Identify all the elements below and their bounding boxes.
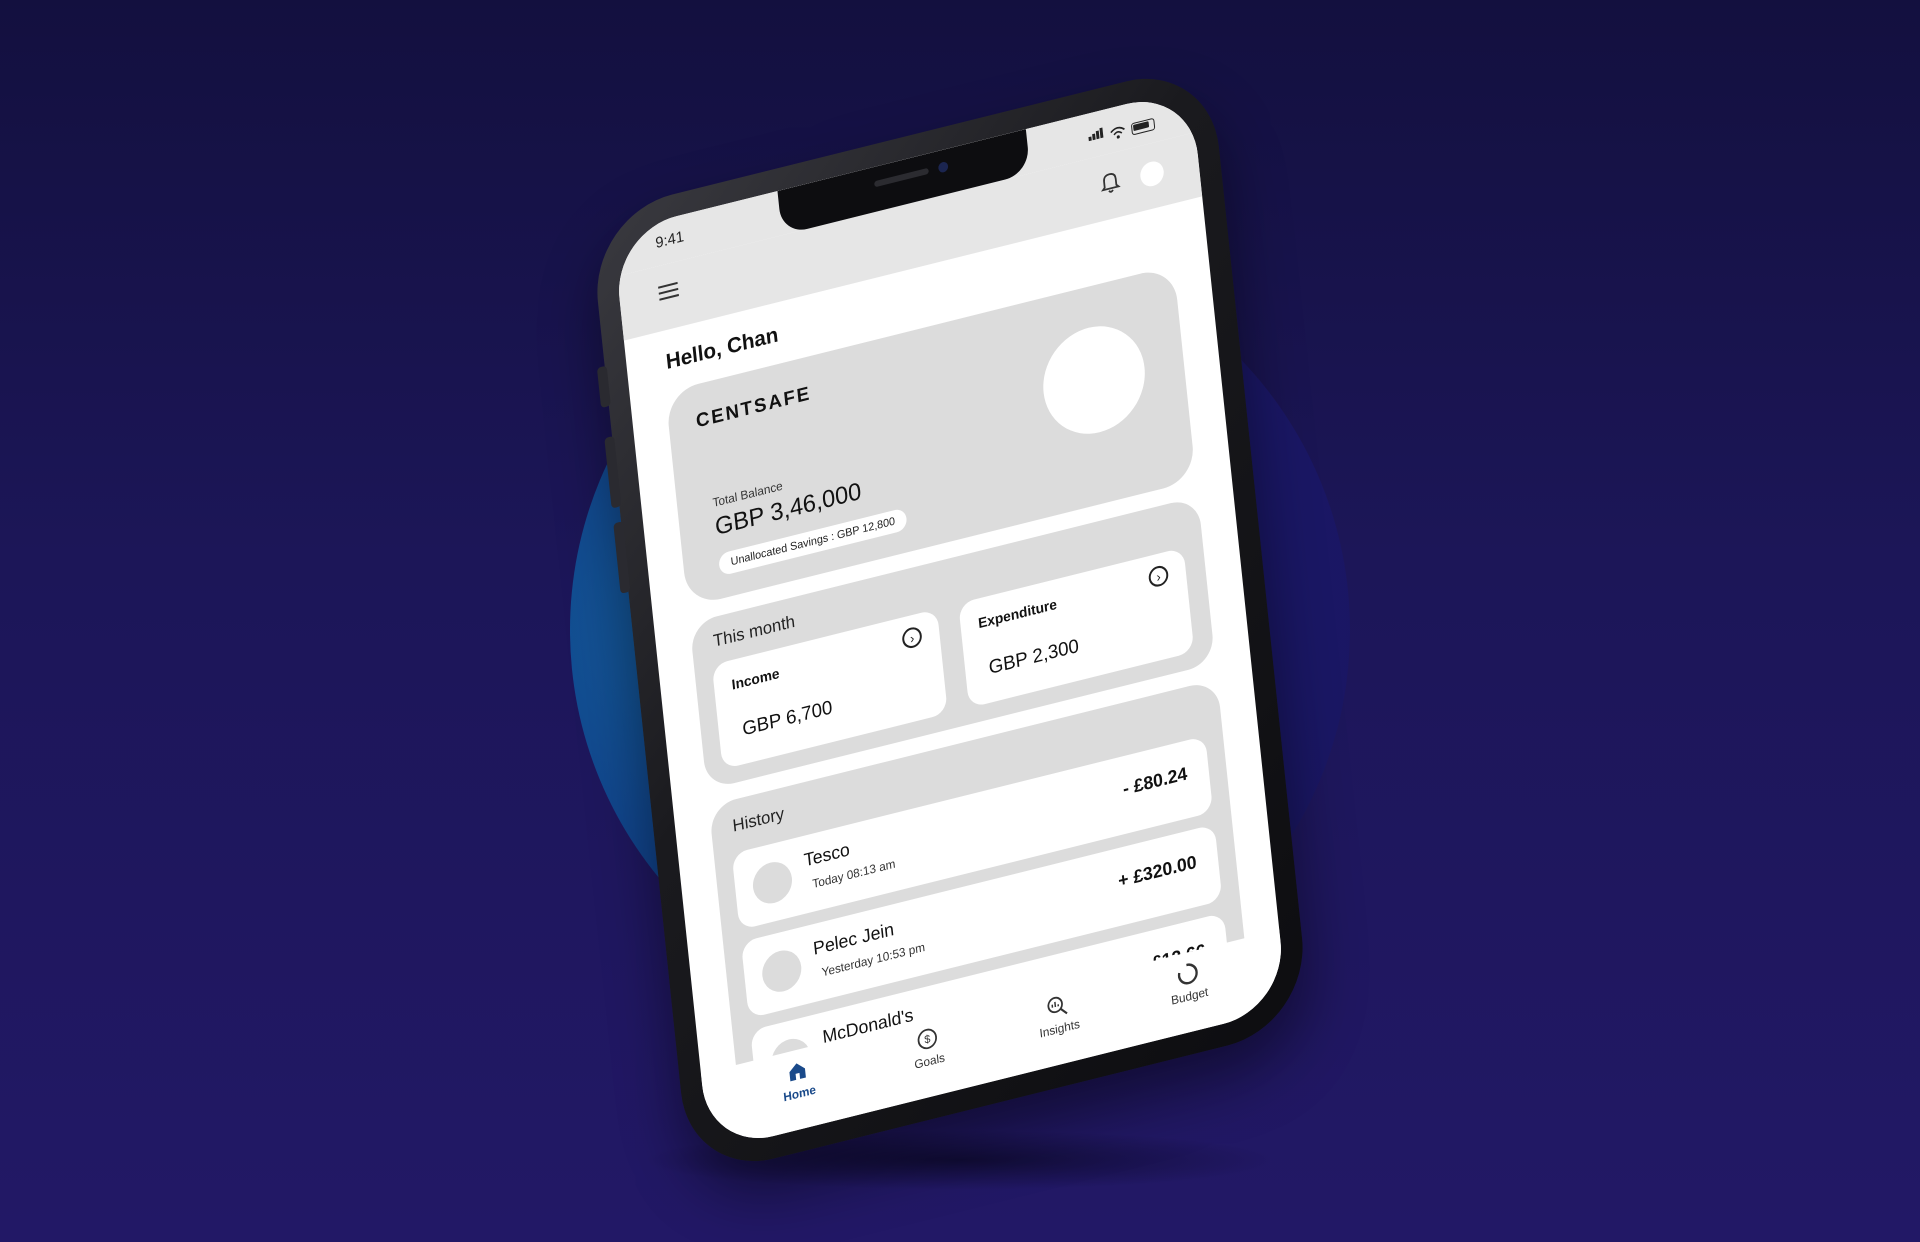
notification-bell-icon[interactable] — [1098, 168, 1122, 197]
silent-switch — [596, 365, 611, 409]
phone-screen: 9:41 Hello, Chan CENTSAFE Total Balance … — [612, 87, 1288, 1153]
history-title: History — [731, 803, 786, 836]
chevron-right-circle-icon[interactable]: › — [901, 625, 923, 651]
hamburger-menu-icon[interactable] — [658, 281, 679, 305]
phone-frame: 9:41 Hello, Chan CENTSAFE Total Balance … — [588, 60, 1312, 1180]
income-label: Income — [730, 664, 781, 693]
card-graphic — [1038, 315, 1150, 445]
transaction-amount: + £320.00 — [1117, 851, 1198, 892]
transaction-amount: - £80.24 — [1121, 763, 1189, 800]
wifi-icon — [1110, 126, 1125, 139]
front-camera — [937, 160, 949, 174]
merchant-avatar — [750, 857, 795, 908]
chevron-right-circle-icon[interactable]: › — [1147, 563, 1170, 589]
battery-icon — [1130, 117, 1156, 136]
expenditure-label: Expenditure — [977, 595, 1058, 632]
status-time: 9:41 — [654, 227, 685, 253]
status-icons — [1087, 112, 1156, 147]
merchant-avatar — [760, 946, 804, 997]
brand-name: CENTSAFE — [695, 382, 813, 433]
phone-mockup: 9:41 Hello, Chan CENTSAFE Total Balance … — [588, 60, 1312, 1180]
income-value: GBP 6,700 — [741, 697, 834, 741]
expenditure-value: GBP 2,300 — [987, 635, 1080, 680]
expenditure-card[interactable]: Expenditure › GBP 2,300 — [958, 547, 1195, 708]
transaction-name: Tesco — [802, 839, 851, 871]
signal-icon — [1087, 124, 1104, 146]
svg-text:$: $ — [924, 1033, 931, 1046]
speaker — [874, 167, 929, 188]
profile-avatar[interactable] — [1139, 158, 1165, 189]
